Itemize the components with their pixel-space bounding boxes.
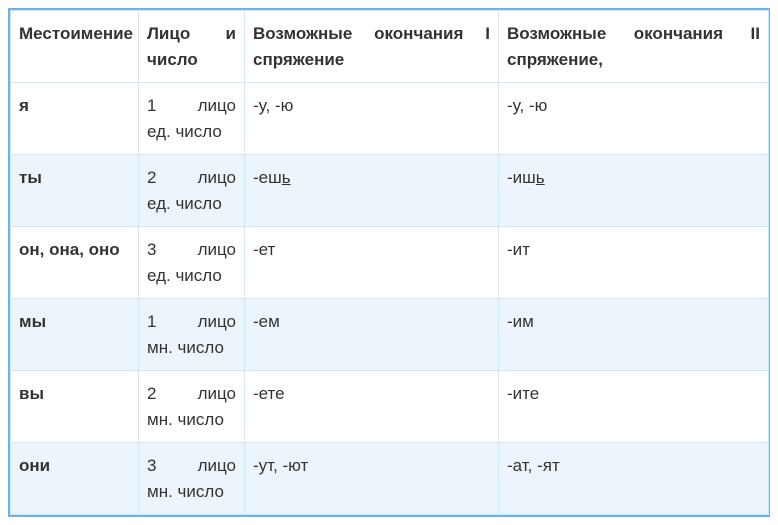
person-cell: 1 лицо ед. число: [139, 83, 245, 155]
table-row: ты 2 лицо ед. число -ешь -ишь: [11, 155, 769, 227]
conj1-text: -еш: [253, 168, 282, 187]
conj2-cell: -ат, -ят: [499, 443, 769, 515]
conj2-cell: -у, -ю: [499, 83, 769, 155]
conj1-text: -ем: [253, 312, 280, 331]
conj1-cell: -ете: [245, 371, 499, 443]
person-cell: 2 лицо ед. число: [139, 155, 245, 227]
conjugation-table-container: Местоимение Лицо и число Возможные оконч…: [8, 8, 770, 517]
person-line2: мн. число: [147, 407, 236, 433]
pronoun-cell: он, она, оно: [11, 227, 139, 299]
conj1-cell: -ут, -ют: [245, 443, 499, 515]
conj1-text: -у, -ю: [253, 96, 293, 115]
table-row: вы 2 лицо мн. число -ете -ите: [11, 371, 769, 443]
conjugation-table: Местоимение Лицо и число Возможные оконч…: [10, 10, 769, 515]
person-line1: 1 лицо: [147, 93, 236, 119]
conj2-cell: -ишь: [499, 155, 769, 227]
conj2-text: -у, -ю: [507, 96, 547, 115]
header-endings-i: Возможные окончания I спряжение: [245, 11, 499, 83]
person-line2: ед. число: [147, 263, 236, 289]
header-endings-ii: Возможные окончания II спряжение,: [499, 11, 769, 83]
conj2-ul: ь: [536, 168, 545, 187]
conj1-ul: ь: [282, 168, 291, 187]
person-line1: 1 лицо: [147, 309, 236, 335]
conj2-cell: -ите: [499, 371, 769, 443]
person-cell: 3 лицо ед. число: [139, 227, 245, 299]
person-line1: 3 лицо: [147, 237, 236, 263]
conj1-text: -ет: [253, 240, 275, 259]
header-row: Местоимение Лицо и число Возможные оконч…: [11, 11, 769, 83]
conj1-cell: -у, -ю: [245, 83, 499, 155]
person-line2: ед. число: [147, 191, 236, 217]
table-row: он, она, оно 3 лицо ед. число -ет -ит: [11, 227, 769, 299]
pronoun-cell: ты: [11, 155, 139, 227]
pronoun-cell: вы: [11, 371, 139, 443]
conj1-text: -ут, -ют: [253, 456, 308, 475]
table-row: они 3 лицо мн. число -ут, -ют -ат, -ят: [11, 443, 769, 515]
conj2-text: -ите: [507, 384, 539, 403]
header-person-number: Лицо и число: [139, 11, 245, 83]
person-cell: 2 лицо мн. число: [139, 371, 245, 443]
conj2-cell: -ит: [499, 227, 769, 299]
conj2-text: -им: [507, 312, 534, 331]
header-pronoun: Местоимение: [11, 11, 139, 83]
conj2-text: -иш: [507, 168, 536, 187]
pronoun-cell: они: [11, 443, 139, 515]
person-line2: мн. число: [147, 479, 236, 505]
conj2-cell: -им: [499, 299, 769, 371]
person-cell: 3 лицо мн. число: [139, 443, 245, 515]
table-row: я 1 лицо ед. число -у, -ю -у, -ю: [11, 83, 769, 155]
pronoun-cell: мы: [11, 299, 139, 371]
table-row: мы 1 лицо мн. число -ем -им: [11, 299, 769, 371]
conj1-cell: -ем: [245, 299, 499, 371]
person-cell: 1 лицо мн. число: [139, 299, 245, 371]
conj1-cell: -ешь: [245, 155, 499, 227]
person-line1: 2 лицо: [147, 165, 236, 191]
person-line2: мн. число: [147, 335, 236, 361]
pronoun-cell: я: [11, 83, 139, 155]
conj2-text: -ит: [507, 240, 530, 259]
conj1-cell: -ет: [245, 227, 499, 299]
person-line1: 3 лицо: [147, 453, 236, 479]
person-line2: ед. число: [147, 119, 236, 145]
person-line1: 2 лицо: [147, 381, 236, 407]
conj2-text: -ат, -ят: [507, 456, 560, 475]
conj1-text: -ете: [253, 384, 285, 403]
